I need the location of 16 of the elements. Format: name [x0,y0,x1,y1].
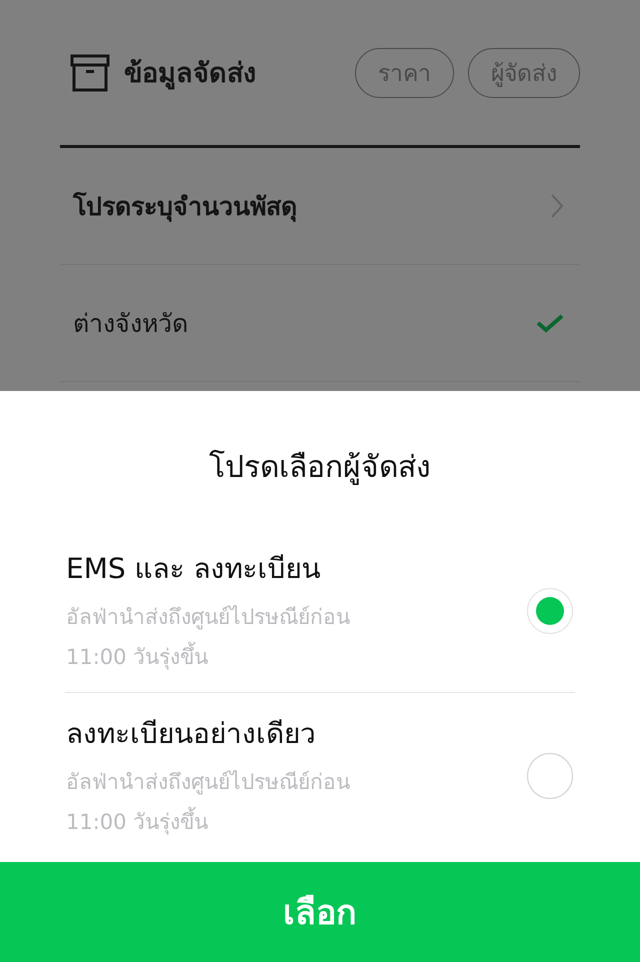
option-description: 11:00 วันรุ่งขึ้น [66,803,350,841]
select-button[interactable]: เลือก [0,862,640,962]
option-name: ลงทะเบียนอย่างเดียว [66,716,317,752]
row-label[interactable]: ต่างจังหวัด [73,303,188,343]
sheet-title: โปรดเลือกผู้จัดส่ง [208,448,432,487]
radio-button[interactable] [527,753,573,799]
row-label[interactable]: โปรดระบุจำนวนพัสดุ [73,186,297,226]
chevron-right-icon [550,193,564,219]
option-name: EMS และ ลงทะเบียน [66,551,322,587]
option-description: อัลฟ่านำส่งถึงศูนย์ไปรษณีย์ก่อน [66,604,350,632]
option-description: 11:00 วันรุ่งขึ้น [66,638,350,676]
check-icon [536,313,564,333]
archive-box-icon [70,54,110,92]
section-title: ข้อมูลจัดส่ง [124,57,257,92]
option-description: อัลฟ่านำส่งถึงศูนย์ไปรษณีย์ก่อน [66,769,350,796]
radio-button[interactable] [527,588,573,634]
